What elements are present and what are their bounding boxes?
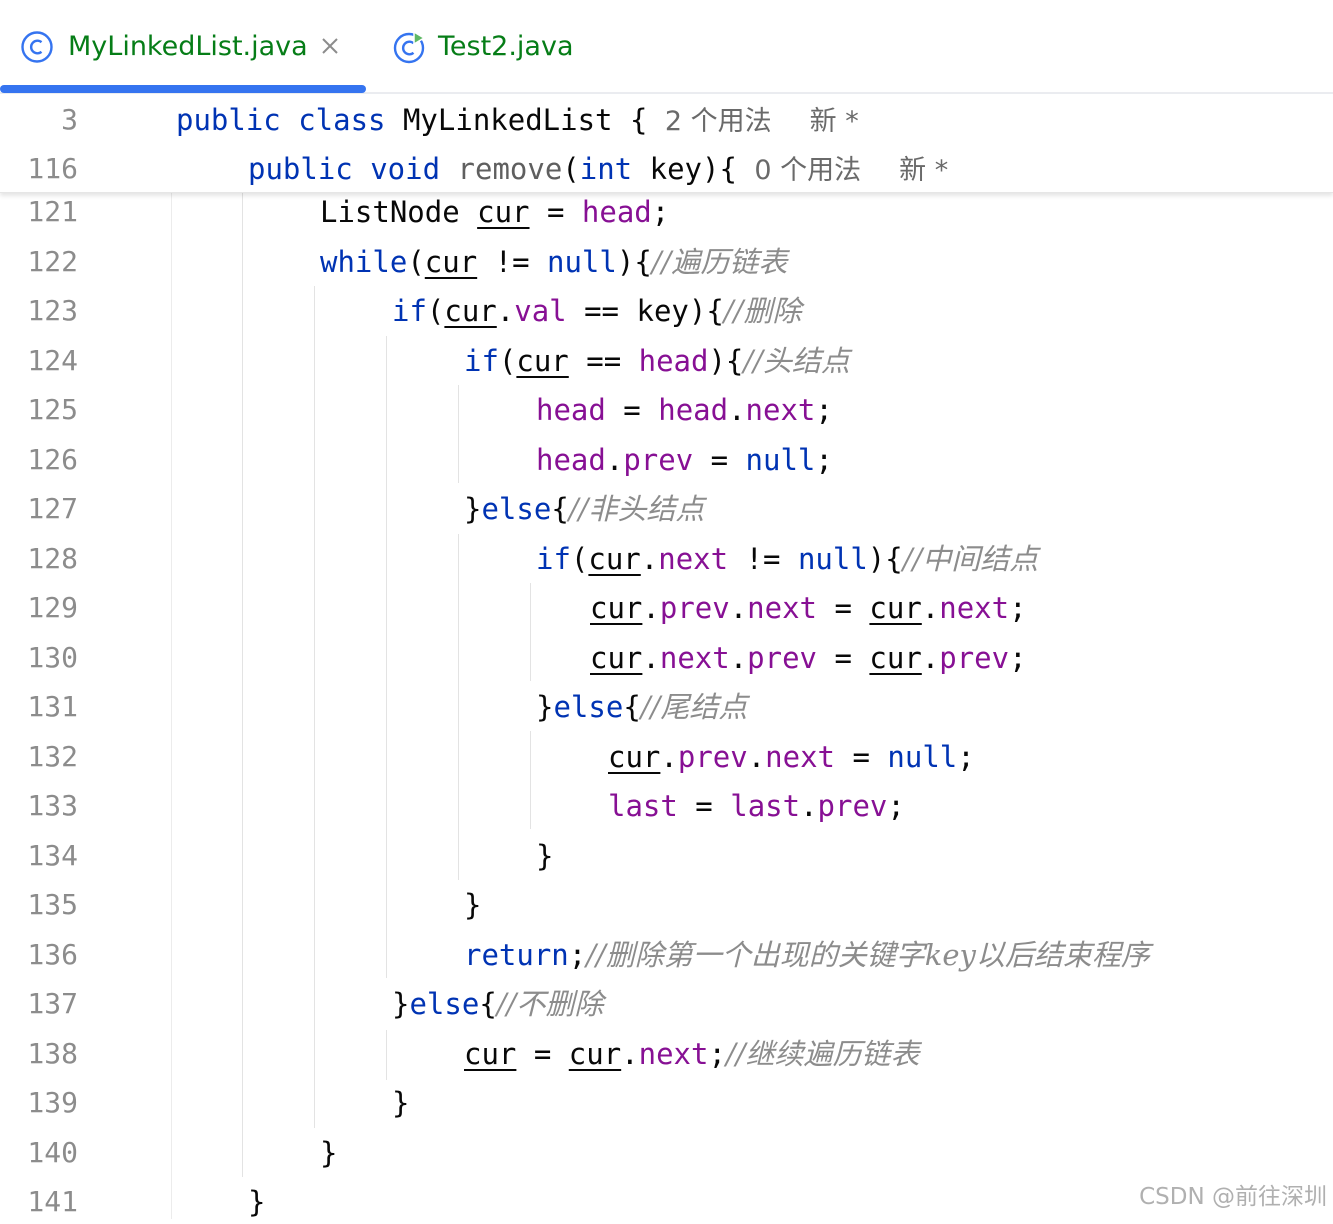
usages-hint[interactable]: 2 个用法 [665, 106, 772, 137]
line-number: 124 [27, 344, 78, 377]
line-number: 127 [27, 492, 78, 525]
new-change-hint: 新 * [809, 106, 859, 137]
line-number: 129 [27, 591, 78, 624]
line-number: 130 [27, 641, 78, 674]
code-line[interactable]: 127 }else{//非头结点 [0, 487, 1333, 531]
line-number: 121 [27, 195, 78, 228]
line-number: 125 [27, 393, 78, 426]
code-text: cur = cur.next;//继续遍历链表 [464, 1037, 920, 1071]
code-comment: //删除第一个出现的关键字key以后结束程序 [586, 938, 1150, 972]
code-line[interactable]: 130 cur.next.prev = cur.prev; [0, 636, 1333, 680]
code-comment: //非头结点 [568, 492, 705, 526]
line-number: 126 [27, 443, 78, 476]
line-number: 137 [27, 987, 78, 1020]
line-number: 132 [27, 740, 78, 773]
code-text: head.prev = null; [536, 443, 833, 477]
watermark: CSDN @前往深圳 [1139, 1184, 1327, 1210]
code-text: } [248, 1185, 266, 1219]
code-text: ListNode cur = head; [320, 195, 670, 229]
code-text: }else{//不删除 [392, 987, 604, 1021]
code-text: } [392, 1086, 410, 1120]
line-number: 138 [27, 1037, 78, 1070]
line-number: 116 [27, 152, 78, 185]
code-line[interactable]: 138 cur = cur.next;//继续遍历链表 [0, 1032, 1333, 1076]
code-line[interactable]: 128 if(cur.next != null){//中间结点 [0, 537, 1333, 581]
line-number: 135 [27, 888, 78, 921]
line-number: 139 [27, 1086, 78, 1119]
code-text: } [320, 1136, 338, 1170]
code-comment: //不删除 [496, 987, 604, 1021]
sticky-line-method[interactable]: 116 public void remove(int key){ 0 个用法新 … [0, 147, 1333, 191]
line-number: 122 [27, 245, 78, 278]
line-number: 131 [27, 690, 78, 723]
code-text: cur.next.prev = cur.prev; [590, 641, 1027, 675]
code-line[interactable]: 131 }else{//尾结点 [0, 685, 1333, 729]
code-text: }else{//非头结点 [464, 492, 705, 526]
code-text: while(cur != null){//遍历链表 [320, 245, 788, 279]
code-comment: //继续遍历链表 [725, 1037, 920, 1071]
code-text: }else{//尾结点 [536, 690, 748, 724]
code-text: last = last.prev; [608, 789, 905, 823]
sticky-lines-header[interactable]: 3 public class MyLinkedList { 2 个用法新 * 1… [0, 94, 1333, 193]
code-line[interactable]: 140 } [0, 1131, 1333, 1175]
code-line[interactable]: 123 if(cur.val == key){//删除 [0, 289, 1333, 333]
code-comment: //删除 [723, 294, 802, 328]
code-text: cur.prev.next = cur.next; [590, 591, 1027, 625]
code-line[interactable]: 121 ListNode cur = head; [0, 190, 1333, 234]
code-line[interactable]: 129 cur.prev.next = cur.next; [0, 586, 1333, 630]
code-line[interactable]: 133 last = last.prev; [0, 784, 1333, 828]
usages-hint[interactable]: 0 个用法 [754, 155, 861, 186]
line-number: 141 [27, 1185, 78, 1218]
code-text: public void remove(int key){ 0 个用法新 * [248, 152, 949, 186]
code-line[interactable]: 137 }else{//不删除 [0, 982, 1333, 1026]
code-line[interactable]: 141 } [0, 1180, 1333, 1224]
code-text: cur.prev.next = null; [608, 740, 975, 774]
line-number: 123 [27, 294, 78, 327]
line-number: 136 [27, 938, 78, 971]
code-text: } [464, 888, 482, 922]
code-comment: //尾结点 [640, 690, 748, 724]
code-line[interactable]: 135 } [0, 883, 1333, 927]
code-text: } [536, 839, 554, 873]
code-line[interactable]: 132 cur.prev.next = null; [0, 735, 1333, 779]
code-line[interactable]: 122 while(cur != null){//遍历链表 [0, 240, 1333, 284]
code-comment: //中间结点 [902, 542, 1039, 576]
line-number: 128 [27, 542, 78, 575]
code-line[interactable]: 124 if(cur == head){//头结点 [0, 339, 1333, 383]
code-line[interactable]: 136 return;//删除第一个出现的关键字key以后结束程序 [0, 933, 1333, 977]
code-line[interactable]: 126 head.prev = null; [0, 438, 1333, 482]
code-text: if(cur.val == key){//删除 [392, 294, 802, 328]
new-change-hint: 新 * [899, 155, 949, 186]
line-number: 133 [27, 789, 78, 822]
code-text: if(cur.next != null){//中间结点 [536, 542, 1039, 576]
line-number: 140 [27, 1136, 78, 1169]
code-line[interactable]: 139 } [0, 1081, 1333, 1125]
code-comment: //头结点 [743, 344, 850, 378]
code-text: head = head.next; [536, 393, 833, 427]
line-number: 3 [61, 103, 78, 136]
sticky-line-class[interactable]: 3 public class MyLinkedList { 2 个用法新 * [0, 98, 1333, 142]
code-comment: //遍历链表 [651, 245, 788, 279]
code-text: public class MyLinkedList { 2 个用法新 * [176, 103, 859, 137]
code-text: if(cur == head){//头结点 [464, 344, 850, 378]
code-line[interactable]: 134 } [0, 834, 1333, 878]
code-text: return;//删除第一个出现的关键字key以后结束程序 [464, 938, 1150, 972]
code-line[interactable]: 125 head = head.next; [0, 388, 1333, 432]
line-number: 134 [27, 839, 78, 872]
